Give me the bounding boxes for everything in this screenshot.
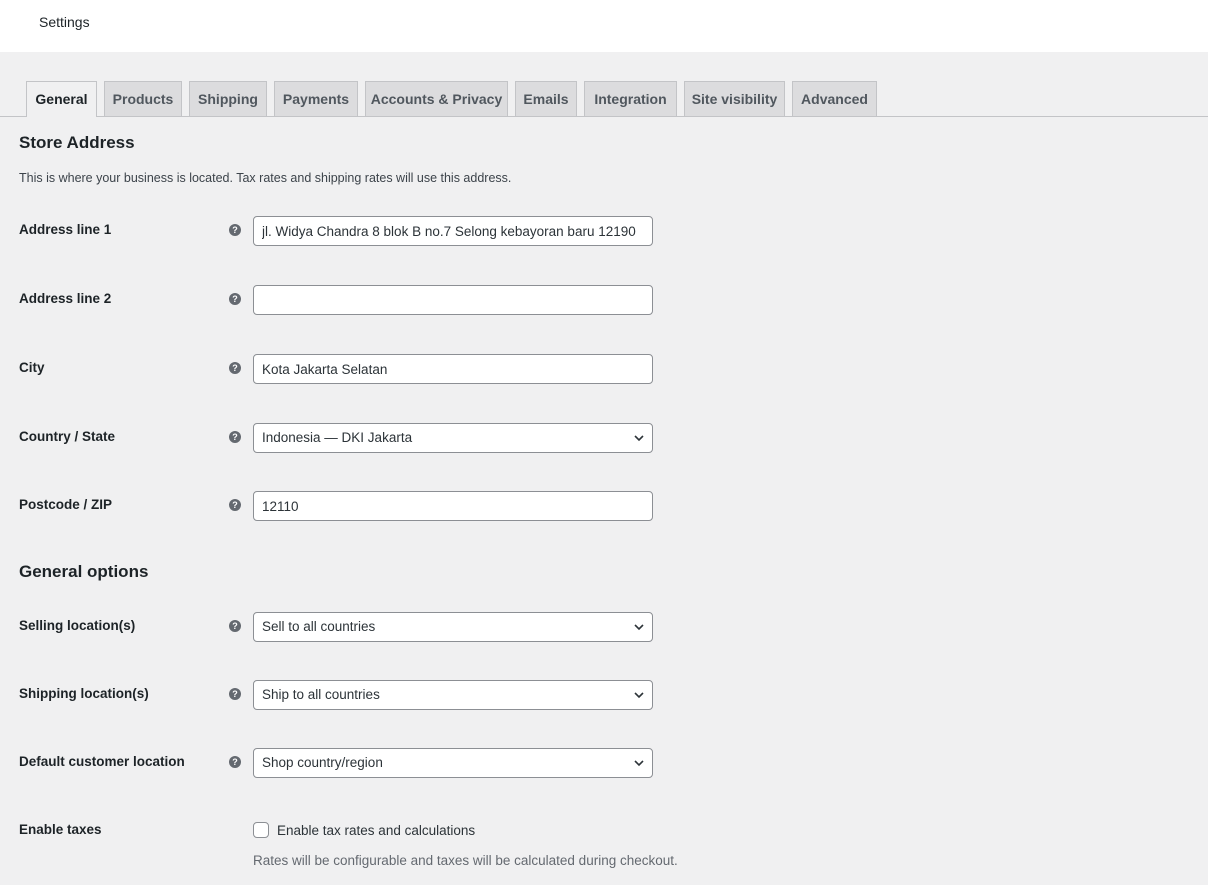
shipping-locations-label: Shipping location(s) [19,686,149,701]
tab-products[interactable]: Products [104,81,182,116]
page-title: Settings [39,14,90,30]
tab-accounts-privacy[interactable]: Accounts & Privacy [365,81,508,116]
store-address-description: This is where your business is located. … [19,171,512,185]
selling-locations-select[interactable]: Sell to all countries [253,612,653,642]
tab-shipping[interactable]: Shipping [189,81,267,116]
chevron-down-icon [634,624,644,631]
settings-tabs: General Products Shipping Payments Accou… [0,81,1208,117]
tab-site-visibility[interactable]: Site visibility [684,81,785,116]
help-question-icon[interactable]: ? [229,293,241,305]
default-customer-location-select[interactable]: Shop country/region [253,748,653,778]
tab-payments[interactable]: Payments [274,81,358,116]
selling-locations-value: Sell to all countries [262,619,376,634]
enable-taxes-note: Rates will be configurable and taxes wil… [253,853,678,868]
enable-taxes-checkbox-label[interactable]: Enable tax rates and calculations [277,823,475,838]
store-address-heading: Store Address [19,133,135,152]
help-question-icon[interactable]: ? [229,431,241,443]
postcode-input[interactable] [253,491,653,521]
address-line-1-label: Address line 1 [19,222,112,237]
country-state-select[interactable]: Indonesia — DKI Jakarta [253,423,653,453]
enable-taxes-checkbox[interactable] [253,822,269,838]
tab-advanced[interactable]: Advanced [792,81,877,116]
address-line-1-input[interactable] [253,216,653,246]
help-question-icon[interactable]: ? [229,756,241,768]
chevron-down-icon [634,692,644,699]
tab-general[interactable]: General [26,81,97,117]
address-line-2-input[interactable] [253,285,653,315]
tab-emails[interactable]: Emails [515,81,577,116]
shipping-locations-value: Ship to all countries [262,687,380,702]
tab-integration[interactable]: Integration [584,81,677,116]
help-question-icon[interactable]: ? [229,620,241,632]
chevron-down-icon [634,760,644,767]
city-label: City [19,360,45,375]
help-question-icon[interactable]: ? [229,224,241,236]
postcode-label: Postcode / ZIP [19,497,113,512]
country-state-label: Country / State [19,429,116,444]
default-customer-location-value: Shop country/region [262,755,383,770]
default-customer-location-label: Default customer location [19,754,185,769]
city-input[interactable] [253,354,653,384]
help-question-icon[interactable]: ? [229,499,241,511]
enable-taxes-label: Enable taxes [19,822,102,837]
shipping-locations-select[interactable]: Ship to all countries [253,680,653,710]
top-bar: Settings [0,0,1208,52]
chevron-down-icon [634,435,644,442]
address-line-2-label: Address line 2 [19,291,112,306]
help-question-icon[interactable]: ? [229,688,241,700]
help-question-icon[interactable]: ? [229,362,241,374]
country-state-value: Indonesia — DKI Jakarta [262,430,413,445]
general-options-heading: General options [19,562,149,581]
selling-locations-label: Selling location(s) [19,618,136,633]
